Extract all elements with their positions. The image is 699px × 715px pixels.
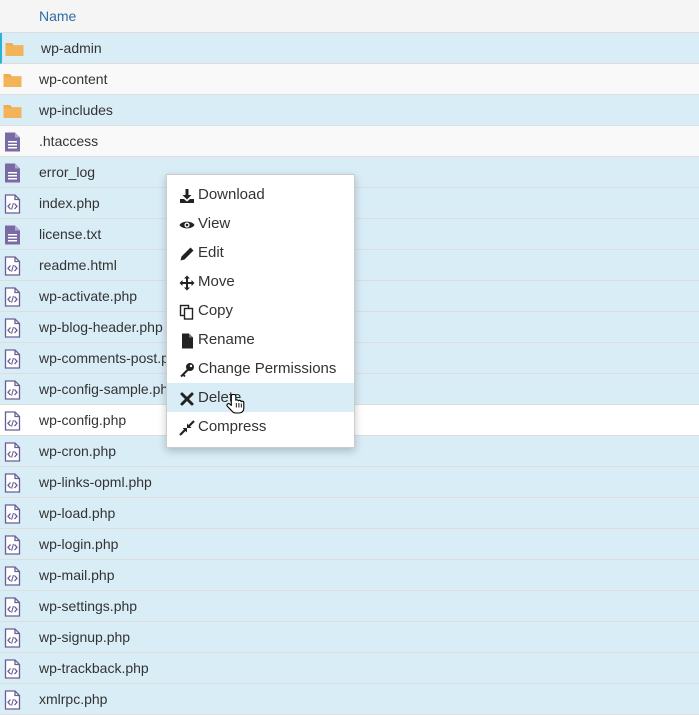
code-file-icon (3, 566, 23, 586)
code-file-icon (3, 628, 23, 648)
text-file-icon (3, 132, 23, 152)
code-file-icon (3, 256, 23, 276)
code-file-icon (3, 349, 23, 369)
code-file-icon (3, 194, 23, 214)
code-file-icon (3, 318, 23, 338)
file-name[interactable]: wp-trackback.php (39, 660, 149, 676)
move-arrows-icon (179, 272, 195, 291)
menu-item-label: Rename (198, 331, 255, 348)
menu-item-compress[interactable]: Compress (167, 412, 354, 441)
menu-item-label: Move (198, 273, 235, 290)
code-file-icon (3, 380, 23, 400)
compress-icon (179, 417, 195, 436)
folder-icon (5, 39, 25, 59)
code-file-icon (3, 597, 23, 617)
file-name[interactable]: wp-comments-post.php (39, 350, 185, 366)
file-list-header: Name (0, 0, 699, 33)
file-row[interactable]: wp-mail.php (0, 560, 699, 591)
file-name[interactable]: wp-config-sample.php (39, 381, 176, 397)
file-name[interactable]: wp-content (39, 71, 107, 87)
copy-icon (179, 301, 195, 320)
close-icon (179, 388, 195, 406)
menu-item-delete[interactable]: Delete (167, 383, 354, 412)
file-name[interactable]: wp-settings.php (39, 598, 137, 614)
menu-item-view[interactable]: View (167, 209, 354, 238)
context-menu: Download View Edit Move Copy Rename Change Per… (166, 174, 355, 448)
file-row[interactable]: wp-load.php (0, 498, 699, 529)
hand-pointer-cursor-icon (226, 393, 245, 414)
menu-item-copy[interactable]: Copy (167, 296, 354, 325)
folder-icon (3, 70, 23, 90)
code-file-icon (3, 473, 23, 493)
menu-item-label: Edit (198, 244, 224, 261)
menu-item-label: View (198, 215, 231, 232)
file-name[interactable]: wp-admin (41, 40, 102, 56)
file-row[interactable]: wp-trackback.php (0, 653, 699, 684)
file-name[interactable]: wp-includes (39, 102, 113, 118)
eye-icon (179, 214, 195, 230)
file-row[interactable]: wp-includes (0, 95, 699, 126)
code-file-icon (3, 287, 23, 307)
file-row[interactable]: wp-login.php (0, 529, 699, 560)
file-name[interactable]: index.php (39, 195, 100, 211)
file-row[interactable]: wp-content (0, 64, 699, 95)
code-file-icon (3, 442, 23, 462)
text-file-icon (3, 163, 23, 183)
file-name[interactable]: wp-load.php (39, 505, 115, 521)
file-name[interactable]: wp-blog-header.php (39, 319, 163, 335)
text-file-icon (3, 225, 23, 245)
menu-item-rename[interactable]: Rename (167, 325, 354, 354)
file-name[interactable]: wp-activate.php (39, 288, 137, 304)
menu-item-move[interactable]: Move (167, 267, 354, 296)
menu-item-label: Compress (198, 418, 267, 435)
file-name[interactable]: .htaccess (39, 133, 98, 149)
file-row[interactable]: .htaccess (0, 126, 699, 157)
file-name[interactable]: error_log (39, 164, 95, 180)
file-row[interactable]: wp-settings.php (0, 591, 699, 622)
file-name[interactable]: wp-login.php (39, 536, 118, 552)
file-name[interactable]: license.txt (39, 226, 101, 242)
file-name[interactable]: xmlrpc.php (39, 691, 107, 707)
file-name[interactable]: wp-mail.php (39, 567, 114, 583)
code-file-icon (3, 411, 23, 431)
file-icon (179, 330, 195, 349)
download-icon (179, 185, 195, 204)
file-row[interactable]: xmlrpc.php (0, 684, 699, 715)
file-row[interactable]: wp-signup.php (0, 622, 699, 653)
file-name[interactable]: wp-links-opml.php (39, 474, 152, 490)
code-file-icon (3, 535, 23, 555)
menu-item-change-permissions[interactable]: Change Permissions (167, 354, 354, 383)
menu-item-label: Change Permissions (198, 360, 337, 377)
menu-item-edit[interactable]: Edit (167, 238, 354, 267)
code-file-icon (3, 659, 23, 679)
file-row[interactable]: wp-links-opml.php (0, 467, 699, 498)
code-file-icon (3, 504, 23, 524)
key-icon (179, 359, 195, 378)
file-row[interactable]: wp-admin (0, 33, 699, 64)
menu-item-download[interactable]: Download (167, 180, 354, 209)
folder-icon (3, 101, 23, 121)
menu-item-label: Download (198, 186, 265, 203)
file-name[interactable]: readme.html (39, 257, 117, 273)
file-name[interactable]: wp-signup.php (39, 629, 130, 645)
pencil-icon (179, 243, 195, 261)
menu-item-label: Copy (198, 302, 234, 319)
code-file-icon (3, 690, 23, 710)
name-column-header[interactable]: Name (39, 8, 76, 24)
file-name[interactable]: wp-cron.php (39, 443, 116, 459)
file-name[interactable]: wp-config.php (39, 412, 126, 428)
